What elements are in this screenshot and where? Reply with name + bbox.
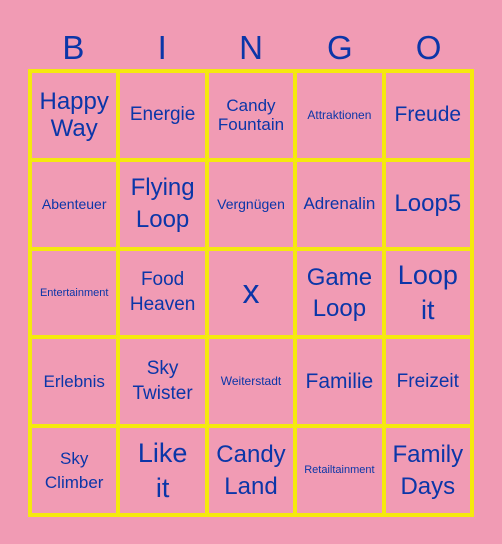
cell-text: Flying Loop	[130, 173, 195, 234]
bingo-cell[interactable]: Abenteuer	[32, 161, 117, 247]
bingo-cell[interactable]: Entertainment	[32, 250, 117, 336]
cell-text: Energie	[129, 104, 196, 126]
bingo-cell[interactable]: Loop it	[385, 250, 470, 336]
cell-text: Food Heaven	[129, 269, 196, 315]
header-letter-n: N	[239, 29, 263, 66]
bingo-cell[interactable]: Candy Land	[208, 428, 294, 513]
bingo-cell[interactable]: Game Loop	[297, 250, 382, 336]
cell-text: Candy Land	[216, 441, 286, 500]
cell-text: Game Loop	[306, 263, 373, 322]
cell-text: Loop it	[397, 259, 458, 325]
bingo-cell[interactable]: Happy Way	[32, 73, 117, 158]
bingo-card: B I N G O Happy Way Energie Candy Founta…	[0, 0, 502, 544]
bingo-cell[interactable]: Vergnügen	[208, 161, 294, 247]
bingo-cell[interactable]: Energie	[120, 73, 205, 158]
bingo-cell[interactable]: Family Days	[385, 428, 470, 513]
bingo-cell[interactable]: Food Heaven	[120, 250, 205, 336]
bingo-cell[interactable]: Loop5	[385, 161, 470, 247]
free-space-cell[interactable]: x	[208, 250, 294, 336]
cell-text: Freizeit	[396, 370, 459, 392]
cell-text: Like it	[137, 437, 188, 503]
bingo-header: B I N G O	[29, 28, 473, 68]
bingo-cell[interactable]: Retailtainment	[297, 428, 382, 513]
cell-text: Loop5	[394, 190, 462, 218]
cell-text: Weiterstadt	[220, 373, 282, 388]
cell-text: Sky Climber	[44, 448, 104, 492]
cell-text: Adrenalin	[303, 194, 376, 214]
bingo-cell[interactable]: Candy Fountain	[208, 73, 294, 158]
header-letter-b: B	[62, 29, 85, 66]
cell-text: Attraktionen	[307, 107, 372, 122]
header-letter-g: G	[326, 29, 353, 66]
header-letter-i: I	[157, 29, 167, 66]
cell-text: x	[242, 273, 260, 312]
cell-text: Retailtainment	[304, 464, 375, 477]
bingo-grid: Happy Way Energie Candy Fountain Attrakt…	[28, 69, 474, 517]
header-letter-o: O	[415, 29, 442, 66]
bingo-cell[interactable]: Sky Twister	[120, 339, 205, 425]
bingo-cell[interactable]: Familie	[297, 339, 382, 425]
cell-text: Erlebnis	[43, 372, 105, 392]
cell-text: Candy Fountain	[217, 95, 285, 135]
bingo-cell[interactable]: Like it	[120, 428, 205, 513]
cell-text: Happy Way	[39, 87, 109, 143]
cell-text: Freude	[394, 103, 462, 127]
bingo-cell[interactable]: Flying Loop	[120, 161, 205, 247]
bingo-cell[interactable]: Freizeit	[385, 339, 470, 425]
bingo-cell[interactable]: Attraktionen	[297, 73, 382, 158]
cell-text: Vergnügen	[217, 196, 285, 213]
cell-text: Family Days	[392, 441, 464, 500]
cell-text: Entertainment	[39, 286, 109, 299]
cell-text: Sky Twister	[132, 358, 193, 404]
bingo-cell[interactable]: Weiterstadt	[208, 339, 294, 425]
bingo-cell[interactable]: Freude	[385, 73, 470, 158]
bingo-cell[interactable]: Adrenalin	[297, 161, 382, 247]
bingo-cell[interactable]: Sky Climber	[32, 428, 117, 513]
cell-text: Abenteuer	[41, 196, 107, 213]
bingo-cell[interactable]: Erlebnis	[32, 339, 117, 425]
cell-text: Familie	[305, 369, 374, 393]
